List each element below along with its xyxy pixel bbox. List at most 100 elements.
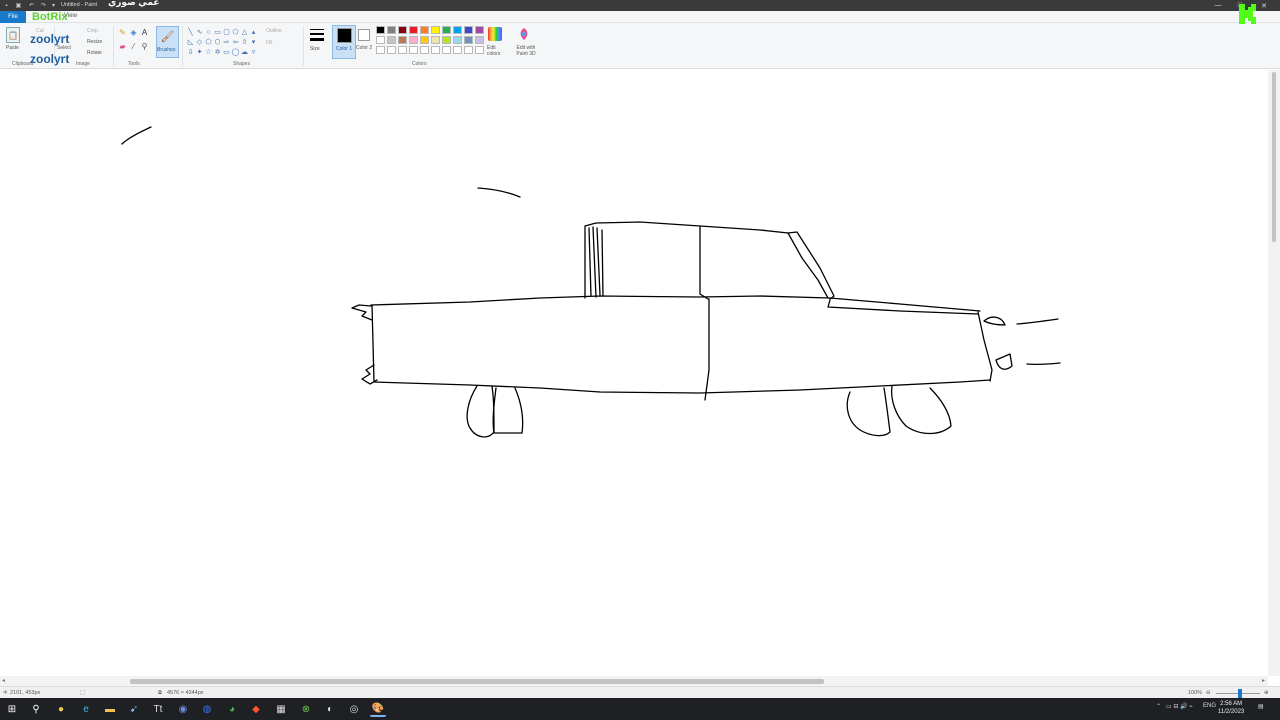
palette-swatch[interactable] [409, 36, 418, 44]
save-icon[interactable]: ▣ [15, 2, 22, 9]
drawing-canvas[interactable] [0, 70, 1268, 676]
media-icon[interactable]: ▦ [273, 701, 289, 717]
fill-bucket-icon[interactable]: ◈ [129, 28, 138, 37]
discord-icon[interactable]: ◉ [175, 701, 191, 717]
hexagon-shape-icon[interactable]: ⬡ [213, 37, 222, 47]
palette-swatch[interactable] [475, 36, 484, 44]
text-app-icon[interactable]: Tt [150, 701, 166, 717]
palette-swatch[interactable] [442, 26, 451, 34]
paste-button-label[interactable]: Paste [6, 45, 19, 51]
eraser-icon[interactable]: ▰ [118, 42, 127, 51]
file-explorer-icon[interactable]: ▬ [102, 701, 118, 717]
tray-overflow-icon[interactable]: ⌃ [1156, 703, 1161, 710]
polygon-shape-icon[interactable]: ⬠ [231, 27, 240, 37]
edit-with-paint3d-button[interactable]: Edit with Paint 3D [511, 45, 541, 57]
redo-icon[interactable]: ↷ [40, 2, 47, 9]
diamond-shape-icon[interactable]: ◇ [195, 37, 204, 47]
color-palette[interactable] [376, 26, 486, 56]
tray-icons[interactable]: ▭ ⊟ 🔊 ⌁ [1166, 703, 1193, 710]
scroll-down-icon[interactable]: ▾ [249, 37, 258, 47]
down-arrow-shape-icon[interactable]: ⇩ [186, 47, 195, 57]
palette-swatch[interactable] [420, 36, 429, 44]
minimize-button[interactable]: — [1208, 0, 1228, 11]
up-arrow-shape-icon[interactable]: ⇧ [240, 37, 249, 47]
palette-swatch[interactable] [464, 36, 473, 44]
search-icon[interactable]: ⚲ [28, 701, 44, 717]
palette-swatch[interactable] [464, 26, 473, 34]
four-point-star-shape-icon[interactable]: ✦ [195, 47, 204, 57]
resize-button[interactable]: Resize [87, 39, 102, 45]
brushes-button[interactable]: 🖌 Brushes [156, 26, 179, 58]
steam-icon[interactable]: ➹ [126, 701, 142, 717]
vertical-scrollbar[interactable] [1268, 70, 1280, 676]
quick-access-dropdown-icon[interactable]: ▾ [50, 2, 57, 9]
undo-icon[interactable]: ↶ [28, 2, 35, 9]
palette-swatch[interactable] [387, 46, 396, 54]
rectangle-shape-icon[interactable]: ▭ [213, 27, 222, 37]
palette-swatch[interactable] [453, 46, 462, 54]
palette-swatch[interactable] [387, 26, 396, 34]
palette-swatch[interactable] [409, 26, 418, 34]
palette-swatch[interactable] [409, 46, 418, 54]
magnifier-icon[interactable]: ⚲ [140, 42, 149, 51]
horizontal-scroll-thumb[interactable] [130, 679, 824, 684]
more-shapes-icon[interactable]: ▿ [249, 47, 258, 57]
palette-swatch[interactable] [420, 46, 429, 54]
signal-icon[interactable]: ◍ [199, 701, 215, 717]
paint-icon[interactable]: 🎨 [370, 701, 386, 717]
palette-swatch[interactable] [464, 46, 473, 54]
xbox-icon[interactable]: ⊗ [298, 701, 314, 717]
palette-swatch[interactable] [442, 36, 451, 44]
oval-shape-icon[interactable]: ○ [204, 27, 213, 37]
scroll-up-icon[interactable]: ▴ [249, 27, 258, 37]
palette-swatch[interactable] [376, 46, 385, 54]
size-button[interactable]: Size [308, 27, 326, 57]
shapes-gallery[interactable]: ╲ ∿ ○ ▭ ▢ ⬠ △ ▴ ◺ ◇ ⬠ ⬡ ⇨ ⇦ ⇧ ▾ ⇩ ✦ ☆ ✡ … [186, 27, 258, 57]
five-point-star-shape-icon[interactable]: ☆ [204, 47, 213, 57]
language-indicator[interactable]: ENG [1203, 703, 1216, 709]
brave-icon[interactable]: ◆ [248, 701, 264, 717]
left-arrow-shape-icon[interactable]: ⇦ [231, 37, 240, 47]
palette-swatch[interactable] [376, 26, 385, 34]
start-icon[interactable]: ⊞ [4, 701, 20, 717]
outline-dropdown[interactable]: Outline [266, 28, 282, 34]
obs-icon[interactable]: ◎ [346, 701, 362, 717]
palette-swatch[interactable] [387, 36, 396, 44]
palette-swatch[interactable] [442, 46, 451, 54]
line-shape-icon[interactable]: ╲ [186, 27, 195, 37]
text-tool-icon[interactable]: A [140, 28, 149, 37]
pencil-icon[interactable]: ✎ [118, 28, 127, 37]
whatsapp-icon[interactable]: ◐ [322, 701, 338, 717]
palette-swatch[interactable] [453, 26, 462, 34]
cloud-callout-shape-icon[interactable]: ☁ [240, 47, 249, 57]
palette-swatch[interactable] [420, 26, 429, 34]
horizontal-scrollbar[interactable]: ◂ ▸ [0, 676, 1268, 686]
notifications-icon[interactable]: ▤ [1258, 703, 1264, 710]
scroll-left-icon[interactable]: ◂ [2, 677, 5, 684]
zoom-slider-thumb[interactable] [1238, 689, 1242, 698]
oval-callout-shape-icon[interactable]: ◯ [231, 47, 240, 57]
six-point-star-shape-icon[interactable]: ✡ [213, 47, 222, 57]
paint3d-icon[interactable] [518, 27, 530, 41]
palette-swatch[interactable] [398, 36, 407, 44]
rotate-button[interactable]: Rotate [87, 50, 102, 56]
palette-swatch[interactable] [453, 36, 462, 44]
palette-swatch[interactable] [376, 36, 385, 44]
vertical-scroll-thumb[interactable] [1272, 72, 1276, 242]
color-picker-icon[interactable]: ⁄ [129, 42, 138, 51]
palette-swatch[interactable] [475, 46, 484, 54]
palette-swatch[interactable] [398, 26, 407, 34]
palette-swatch[interactable] [431, 46, 440, 54]
right-arrow-shape-icon[interactable]: ⇨ [222, 37, 231, 47]
edit-colors-icon[interactable] [488, 27, 502, 41]
file-menu-tab[interactable]: File [0, 11, 26, 23]
palette-swatch[interactable] [475, 26, 484, 34]
edge-icon[interactable]: e [78, 701, 94, 717]
crop-button[interactable]: Crop [87, 28, 98, 34]
triangle-shape-icon[interactable]: △ [240, 27, 249, 37]
right-triangle-shape-icon[interactable]: ◺ [186, 37, 195, 47]
palette-swatch[interactable] [431, 36, 440, 44]
clock[interactable]: 2:56 AM 11/2/2023 [1218, 700, 1244, 716]
curve-shape-icon[interactable]: ∿ [195, 27, 204, 37]
chrome-icon[interactable]: ● [53, 701, 69, 717]
